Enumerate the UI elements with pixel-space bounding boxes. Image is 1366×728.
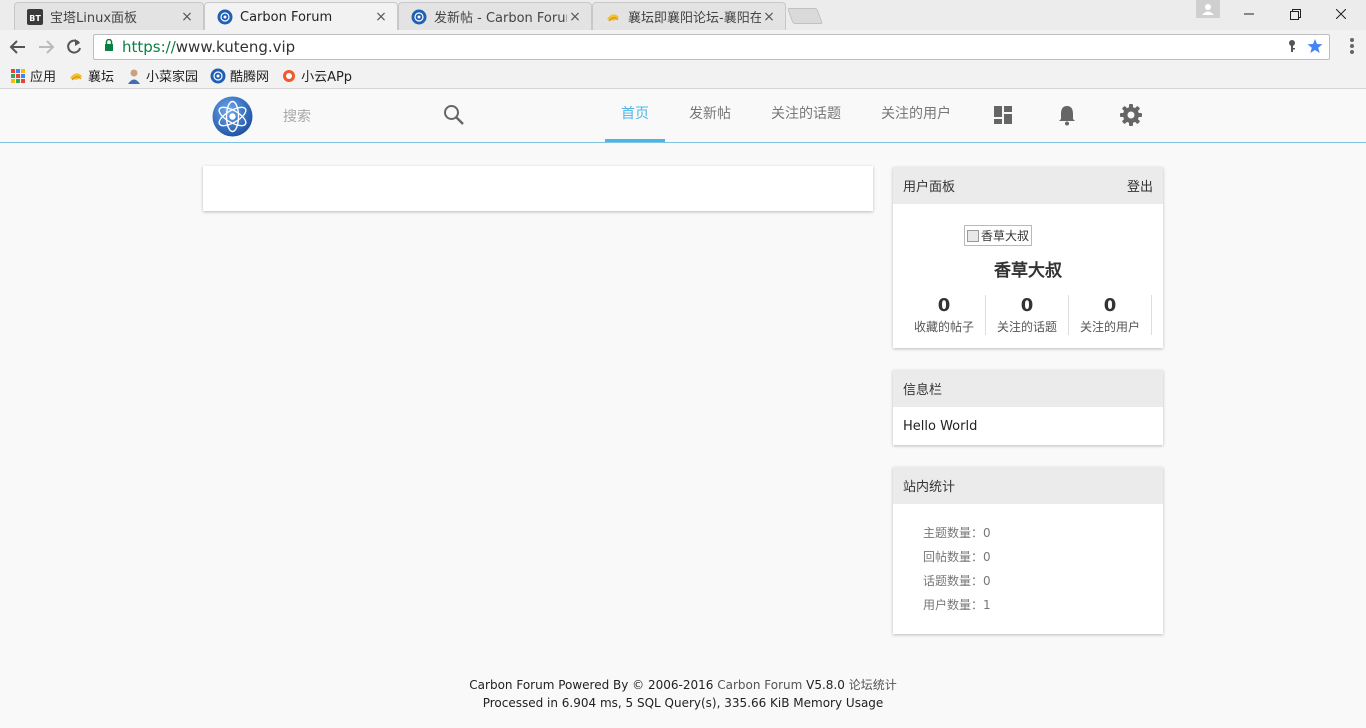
footer-stats-link[interactable]: 论坛统计 bbox=[849, 678, 897, 692]
site-stats-panel: 站内统计 主题数量：0 回帖数量：0 话题数量：0 用户数量：1 bbox=[893, 467, 1163, 634]
bookmark-xiangtan[interactable]: 襄坛 bbox=[68, 66, 114, 85]
address-bar[interactable]: https://www.kuteng.vip bbox=[93, 34, 1330, 60]
stat-user-count: 用户数量：1 bbox=[923, 598, 991, 612]
reload-icon[interactable] bbox=[62, 35, 86, 59]
stat-followed-topics[interactable]: 0 关注的话题 bbox=[986, 295, 1069, 335]
lock-icon bbox=[104, 38, 114, 55]
footer-line-1: Carbon Forum Powered By © 2006-2016 Carb… bbox=[0, 676, 1366, 694]
user-stats: 0 收藏的帖子 0 关注的话题 0 关注的用户 bbox=[903, 295, 1153, 335]
footer-carbon-link[interactable]: Carbon Forum bbox=[717, 678, 802, 692]
info-panel: 信息栏 Hello World bbox=[893, 370, 1163, 445]
username[interactable]: 香草大叔 bbox=[893, 256, 1163, 281]
nav-followed-users[interactable]: 关注的用户 bbox=[873, 90, 959, 142]
user-panel: 用户面板 登出 香草大叔 香草大叔 0 收藏的帖子 0 关注的话题 0 关注的用… bbox=[893, 167, 1163, 348]
close-icon[interactable]: × bbox=[373, 9, 389, 25]
stat-value: 0 bbox=[937, 295, 951, 316]
site-stats-title: 站内统计 bbox=[903, 480, 956, 495]
tab-title: 宝塔Linux面板 bbox=[50, 11, 138, 26]
stat-topic-count: 主题数量：0 bbox=[923, 526, 991, 540]
browser-tab-active[interactable]: Carbon Forum × bbox=[204, 2, 398, 31]
site-logo[interactable] bbox=[212, 96, 253, 137]
nav-new-post[interactable]: 发新帖 bbox=[680, 90, 740, 142]
browser-toolbar: https://www.kuteng.vip bbox=[0, 30, 1366, 63]
broken-image-icon bbox=[967, 229, 979, 242]
browser-tab[interactable]: BT 宝塔Linux面板 × bbox=[14, 2, 204, 30]
site-stats-list: 主题数量：0 回帖数量：0 话题数量：0 用户数量：1 bbox=[893, 504, 1163, 621]
dashboard-icon[interactable] bbox=[991, 103, 1015, 127]
bookmark-kuteng[interactable]: 酷腾网 bbox=[210, 66, 269, 85]
bell-icon[interactable] bbox=[1055, 103, 1079, 127]
bookmark-label: 襄坛 bbox=[88, 70, 115, 85]
stat-label: 关注的话题 bbox=[996, 320, 1057, 334]
page-footer: Carbon Forum Powered By © 2006-2016 Carb… bbox=[0, 676, 1366, 712]
site-header: 首页 发新帖 关注的话题 关注的用户 bbox=[0, 90, 1366, 143]
new-tab-button[interactable] bbox=[787, 8, 823, 24]
person-icon bbox=[126, 68, 142, 84]
topic-list-card bbox=[203, 166, 873, 211]
bookmark-label: 酷腾网 bbox=[230, 70, 270, 85]
svg-text:BT: BT bbox=[29, 14, 41, 23]
tab-title: 发新帖 - Carbon Forum bbox=[434, 11, 567, 26]
stat-value: 0 bbox=[1020, 295, 1034, 316]
tab-title: Carbon Forum bbox=[240, 9, 333, 25]
bookmark-star-icon[interactable] bbox=[1307, 38, 1323, 58]
info-panel-content: Hello World bbox=[903, 419, 978, 434]
search-input[interactable] bbox=[283, 106, 433, 128]
bt-icon: BT bbox=[27, 8, 43, 25]
back-arrow-icon[interactable] bbox=[6, 35, 30, 59]
key-icon[interactable] bbox=[1287, 39, 1297, 57]
stat-reply-count: 回帖数量：0 bbox=[923, 550, 991, 564]
close-icon[interactable]: × bbox=[567, 9, 583, 25]
close-window-icon[interactable] bbox=[1318, 0, 1364, 28]
stat-label: 收藏的帖子 bbox=[913, 320, 974, 334]
xiangtan-icon bbox=[605, 9, 621, 25]
browser-tab[interactable]: 发新帖 - Carbon Forum × bbox=[398, 2, 592, 30]
stat-favorite-posts[interactable]: 0 收藏的帖子 bbox=[903, 295, 986, 335]
search-icon[interactable] bbox=[443, 104, 465, 126]
avatar-alt-text: 香草大叔 bbox=[981, 229, 1030, 243]
bookmark-xiaocai[interactable]: 小菜家园 bbox=[126, 66, 198, 85]
restore-icon[interactable] bbox=[1272, 0, 1318, 28]
bookmark-apps[interactable]: 应用 bbox=[10, 66, 56, 85]
xiangtan-icon bbox=[68, 68, 84, 84]
site-stats-header: 站内统计 bbox=[893, 467, 1163, 504]
browser-tab-strip: BT 宝塔Linux面板 × Carbon Forum × 发新帖 - Carb… bbox=[0, 0, 1366, 31]
gear-icon[interactable] bbox=[1119, 103, 1143, 127]
footer-prefix: Carbon Forum Powered By © 2006-2016 bbox=[469, 678, 718, 692]
bookmark-label: 小云APp bbox=[301, 70, 353, 85]
bookmark-xiaoyun[interactable]: 小云APp bbox=[281, 66, 352, 85]
stat-label: 关注的用户 bbox=[1079, 320, 1140, 334]
bookmark-label: 小菜家园 bbox=[146, 70, 199, 85]
footer-version: V5.8.0 bbox=[802, 678, 849, 692]
close-icon[interactable]: × bbox=[179, 9, 195, 25]
footer-line-2: Processed in 6.904 ms, 5 SQL Query(s), 3… bbox=[482, 696, 884, 710]
info-panel-title: 信息栏 bbox=[903, 383, 943, 398]
stat-value: 0 bbox=[1103, 295, 1117, 316]
info-panel-header: 信息栏 bbox=[893, 370, 1163, 407]
forward-arrow-icon[interactable] bbox=[34, 35, 58, 59]
profile-icon[interactable] bbox=[1196, 0, 1220, 18]
bookmarks-bar: 应用 襄坛 小菜家园 酷腾网 小云APp bbox=[0, 63, 1366, 89]
browser-tab[interactable]: 襄坛即襄阳论坛-襄阳在线 × bbox=[592, 2, 786, 30]
logout-link[interactable]: 登出 bbox=[1127, 176, 1153, 195]
close-icon[interactable]: × bbox=[761, 9, 777, 25]
bookmark-label: 应用 bbox=[30, 70, 57, 85]
user-panel-title: 用户面板 bbox=[903, 180, 956, 195]
browser-menu-icon[interactable] bbox=[1350, 38, 1354, 54]
user-panel-header: 用户面板 登出 bbox=[893, 167, 1163, 204]
nav-home[interactable]: 首页 bbox=[605, 90, 665, 142]
carbon-forum-icon bbox=[217, 9, 233, 25]
nav-followed-topics[interactable]: 关注的话题 bbox=[763, 90, 849, 142]
stat-tag-count: 话题数量：0 bbox=[923, 574, 991, 588]
url-text: https://www.kuteng.vip bbox=[122, 38, 296, 56]
tab-title: 襄坛即襄阳论坛-襄阳在线 bbox=[628, 11, 761, 26]
stat-followed-users[interactable]: 0 关注的用户 bbox=[1069, 295, 1152, 335]
carbon-forum-icon bbox=[210, 68, 226, 84]
minimize-icon[interactable] bbox=[1226, 0, 1272, 28]
cloud-icon bbox=[281, 68, 297, 84]
carbon-forum-icon bbox=[411, 9, 427, 25]
apps-grid-icon bbox=[10, 68, 26, 84]
avatar[interactable]: 香草大叔 bbox=[964, 225, 1032, 246]
